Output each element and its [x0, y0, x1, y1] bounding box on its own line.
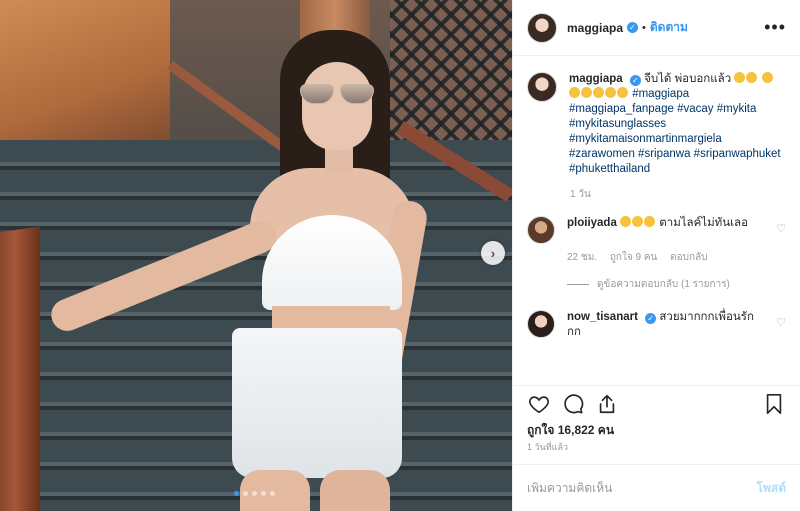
- caption-text: maggiapa ✓ จีบได้ พ่อบอกแล้ว #maggiapa #…: [569, 72, 785, 177]
- hashtag-link[interactable]: #zarawomen: [569, 148, 635, 160]
- share-upload-icon: [599, 394, 615, 413]
- header-separator: •: [642, 21, 646, 34]
- emoji-icon: [734, 72, 746, 83]
- avatar[interactable]: [527, 310, 555, 338]
- photo-wall: [0, 0, 170, 150]
- emoji-icon: [761, 72, 773, 83]
- comment-button[interactable]: [561, 392, 585, 416]
- post-comment-button[interactable]: โพสต์: [757, 479, 786, 498]
- hashtag-link[interactable]: #vacay: [677, 103, 713, 115]
- hashtag-link[interactable]: #maggiapa_fanpage: [569, 103, 674, 115]
- comment-item: now_tisanart ✓ สวยมากกกเพื่อนรักกก ♡: [527, 310, 786, 340]
- caption-body: จีบได้ พ่อบอกแล้ว: [644, 73, 732, 85]
- emoji-icon: [593, 87, 604, 98]
- comment-time[interactable]: 22 ชม.: [567, 252, 597, 263]
- chevron-right-icon: ›: [490, 245, 496, 261]
- emoji-icon: [746, 72, 758, 83]
- comment-likes[interactable]: ถูกใจ 9 คน: [610, 252, 658, 263]
- header-username[interactable]: maggiapa: [567, 21, 623, 35]
- like-button[interactable]: [527, 392, 551, 416]
- hashtag-link[interactable]: #mykitasunglasses: [569, 118, 666, 130]
- comments-section[interactable]: maggiapa ✓ จีบได้ พ่อบอกแล้ว #maggiapa #…: [513, 56, 800, 381]
- add-comment-input[interactable]: [527, 481, 757, 495]
- caption-username[interactable]: maggiapa: [569, 73, 623, 85]
- verified-badge-icon: ✓: [629, 75, 641, 86]
- comment-like-heart-icon[interactable]: ♡: [776, 310, 786, 340]
- bookmark-icon: [766, 393, 782, 414]
- carousel-dots: [234, 491, 275, 496]
- carousel-dot: [234, 491, 239, 496]
- verified-badge-icon: ✓: [627, 22, 639, 33]
- emoji-icon: [644, 216, 656, 227]
- carousel-dot: [252, 491, 257, 496]
- carousel-dot: [270, 491, 275, 496]
- photo-figure-face: [302, 62, 372, 150]
- carousel-dot: [261, 491, 266, 496]
- hashtag-link[interactable]: #sripanwaphuket: [694, 148, 781, 160]
- photo-figure-leg: [320, 470, 390, 511]
- next-photo-button[interactable]: ›: [481, 241, 505, 265]
- comment-like-heart-icon[interactable]: ♡: [776, 216, 786, 244]
- post-date[interactable]: 1 วันที่แล้ว: [527, 440, 568, 454]
- hashtag-link[interactable]: #sripanwa: [638, 148, 690, 160]
- comment-item: ploiiyada ตามไลค์ไม่ทันเลอ ♡: [527, 216, 786, 244]
- photo-railing: [167, 60, 287, 152]
- action-bar: [513, 385, 800, 421]
- emoji-icon: [620, 216, 632, 227]
- comment-meta: 22 ชม. ถูกใจ 9 คน ตอบกลับ: [567, 250, 786, 265]
- post-caption: maggiapa ✓ จีบได้ พ่อบอกแล้ว #maggiapa #…: [527, 72, 786, 177]
- avatar[interactable]: [527, 216, 555, 244]
- follow-button[interactable]: ติดตาม: [650, 18, 688, 37]
- post-photo[interactable]: ›: [0, 0, 512, 511]
- verified-badge-icon: ✓: [645, 313, 657, 324]
- instagram-post: › maggiapa ✓ • ติดตาม ••• maggiapa ✓ จีบ…: [0, 0, 800, 511]
- hashtag-link[interactable]: #phuketthailand: [569, 163, 650, 175]
- hashtag-link[interactable]: #maggiapa: [632, 88, 689, 100]
- view-replies-label: ดูข้อความตอบกลับ (1 รายการ): [597, 279, 730, 290]
- photo-handrail: [0, 226, 40, 511]
- photo-figure-shorts: [232, 328, 402, 478]
- share-button[interactable]: [595, 392, 619, 416]
- save-button[interactable]: [762, 392, 786, 416]
- view-replies-button[interactable]: ดูข้อความตอบกลับ (1 รายการ): [567, 277, 786, 292]
- post-side-panel: maggiapa ✓ • ติดตาม ••• maggiapa ✓ จีบได…: [512, 0, 800, 511]
- heart-icon: [529, 395, 549, 413]
- emoji-icon: [605, 87, 616, 98]
- add-comment-bar: โพสต์: [513, 464, 800, 511]
- comment-body: ตามไลค์ไม่ทันเลอ: [659, 217, 748, 229]
- replies-divider: [567, 284, 589, 285]
- photo-figure-neck: [325, 146, 353, 174]
- emoji-icon: [581, 87, 592, 98]
- carousel-dot: [243, 491, 248, 496]
- comment-bubble-icon: [564, 393, 584, 414]
- more-options-button[interactable]: •••: [764, 17, 786, 38]
- hashtag-link[interactable]: #mykita: [717, 103, 757, 115]
- emoji-icon: [617, 87, 628, 98]
- photo-figure-sunglasses: [298, 84, 378, 106]
- emoji-icon: [569, 87, 580, 98]
- likes-count[interactable]: ถูกใจ 16,822 คน: [527, 421, 614, 440]
- hashtag-link[interactable]: #mykitamaisonmartinmargiela: [569, 133, 722, 145]
- emoji-icon: [632, 216, 644, 227]
- comment-username[interactable]: now_tisanart: [567, 311, 638, 323]
- reply-button[interactable]: ตอบกลับ: [670, 252, 707, 263]
- post-header: maggiapa ✓ • ติดตาม •••: [513, 0, 800, 56]
- avatar[interactable]: [527, 12, 557, 43]
- caption-time[interactable]: 1 วัน: [570, 187, 786, 202]
- comment-text: ploiiyada ตามไลค์ไม่ทันเลอ: [567, 216, 767, 244]
- avatar[interactable]: [527, 72, 557, 102]
- comment-text: now_tisanart ✓ สวยมากกกเพื่อนรักกก: [567, 310, 767, 340]
- comment-username[interactable]: ploiiyada: [567, 217, 617, 229]
